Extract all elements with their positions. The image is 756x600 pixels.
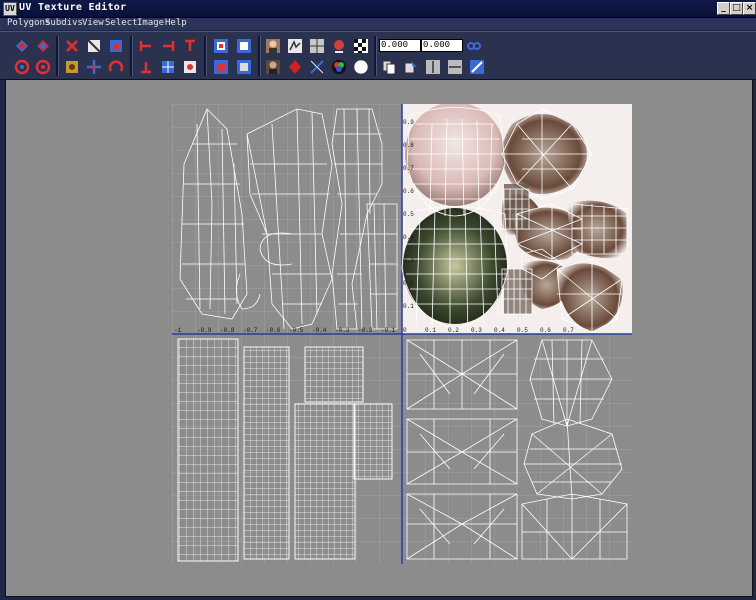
unfold-icon[interactable] [108, 59, 124, 75]
u-tick-label: -0.9 [197, 327, 212, 334]
v-tick-label: 0.4 [403, 234, 414, 241]
maximize-button[interactable]: □ [730, 2, 743, 15]
v-tick-label: 0.8 [403, 142, 414, 149]
window-title: UV Texture Editor [19, 2, 127, 13]
menu-image[interactable]: Image [137, 18, 164, 28]
uv-texture-editor-window: UV UV Texture Editor _ □ × Polygons Subd… [0, 0, 756, 600]
flip-u-icon[interactable] [14, 38, 30, 54]
layout-uvs-icon[interactable] [64, 59, 80, 75]
v-tick-label: 0.5 [403, 211, 414, 218]
copy-uvs-icon[interactable] [381, 59, 397, 75]
v-tick-label: 0.3 [403, 257, 414, 264]
menu-subdivs[interactable]: Subdivs [45, 18, 83, 28]
u-tick-label: -0.7 [243, 327, 258, 334]
menu-help[interactable]: Help [165, 18, 187, 28]
u-tick-label: 0.5 [517, 327, 528, 334]
close-button[interactable]: × [743, 2, 756, 15]
v-tick-label: 0.9 [403, 119, 414, 126]
isolate-remove-icon[interactable] [213, 59, 229, 75]
u-coordinate-field[interactable]: 0.000 [379, 39, 421, 52]
v-tick-label: 0.1 [403, 303, 414, 310]
align-bottom-icon[interactable] [138, 59, 154, 75]
isolate-clear-icon[interactable] [236, 59, 252, 75]
red-channel-icon[interactable] [287, 59, 303, 75]
v-coordinate-field[interactable]: 0.000 [421, 39, 463, 52]
sew-uv-icon[interactable] [86, 38, 102, 54]
paste-uvs-icon[interactable] [403, 59, 419, 75]
display-image-icon[interactable] [265, 38, 281, 54]
align-right-icon[interactable] [160, 38, 176, 54]
rgb-channels-icon[interactable] [331, 59, 347, 75]
v-tick-label: 0 [403, 327, 407, 334]
v-tick-label: 0.2 [403, 280, 414, 287]
rotate-cw-icon[interactable] [35, 59, 51, 75]
alpha-channel-icon[interactable] [353, 59, 369, 75]
v-tick-label: 0.6 [403, 188, 414, 195]
menu-view[interactable]: View [82, 18, 104, 28]
u-tick-label: 0.7 [563, 327, 574, 334]
toolbar-separator [130, 36, 133, 76]
u-tick-label: -0.5 [289, 327, 304, 334]
checker-map-icon[interactable] [353, 38, 369, 54]
swap-uv-icon[interactable] [469, 59, 485, 75]
dim-image-icon[interactable] [265, 59, 281, 75]
toolbar-separator [258, 36, 261, 76]
toolbar-separator [204, 36, 207, 76]
menu-bar: Polygons Subdivs View Select Image Help [0, 18, 756, 30]
align-left-icon[interactable] [138, 38, 154, 54]
texture-border-icon[interactable] [309, 59, 325, 75]
u-tick-label: -0.2 [358, 327, 373, 334]
u-tick-label: -0.1 [381, 327, 396, 334]
menu-select[interactable]: Select [105, 18, 138, 28]
paste-v-icon[interactable] [447, 59, 463, 75]
toggle-grid-icon[interactable] [309, 38, 325, 54]
grid-uvs-icon[interactable] [86, 59, 102, 75]
menu-polygons[interactable]: Polygons [7, 18, 50, 28]
move-sew-icon[interactable] [108, 38, 124, 54]
u-tick-label: 0.6 [540, 327, 551, 334]
v-tick-label: 0.7 [403, 165, 414, 172]
align-top-icon[interactable] [182, 38, 198, 54]
u-tick-label: 0.1 [425, 327, 436, 334]
toolbar-separator [374, 36, 377, 76]
isolate-select-icon[interactable] [213, 38, 229, 54]
flip-v-icon[interactable] [35, 38, 51, 54]
paste-u-icon[interactable] [425, 59, 441, 75]
refresh-uv-icon[interactable] [466, 38, 482, 54]
u-tick-label: 0.2 [448, 327, 459, 334]
minimize-button[interactable]: _ [717, 2, 730, 15]
u-tick-label: 0.4 [494, 327, 505, 334]
toolbar-separator [56, 36, 59, 76]
u-tick-label: -0.3 [335, 327, 350, 334]
u-tick-label: -0.8 [220, 327, 235, 334]
snap-grid-icon[interactable] [160, 59, 176, 75]
u-tick-label: -1 [174, 327, 182, 334]
cycle-uv-icon[interactable] [182, 59, 198, 75]
u-tick-label: 0.3 [471, 327, 482, 334]
cut-uv-icon[interactable] [64, 38, 80, 54]
shaded-uv-icon[interactable] [287, 38, 303, 54]
uv-editor-icon: UV [3, 2, 17, 16]
uv-canvas[interactable]: 0.9 0.8 0.7 0.6 0.5 0.4 0.3 0.2 0.1 0 -1… [172, 104, 632, 564]
rotate-ccw-icon[interactable] [14, 59, 30, 75]
pixel-snap-icon[interactable] [331, 38, 347, 54]
u-tick-label: -0.6 [266, 327, 281, 334]
title-bar[interactable]: UV UV Texture Editor _ □ × [0, 0, 756, 18]
u-tick-label: -0.4 [312, 327, 327, 334]
isolate-add-icon[interactable] [236, 38, 252, 54]
toolbar: 0.000 0.000 [0, 31, 756, 80]
